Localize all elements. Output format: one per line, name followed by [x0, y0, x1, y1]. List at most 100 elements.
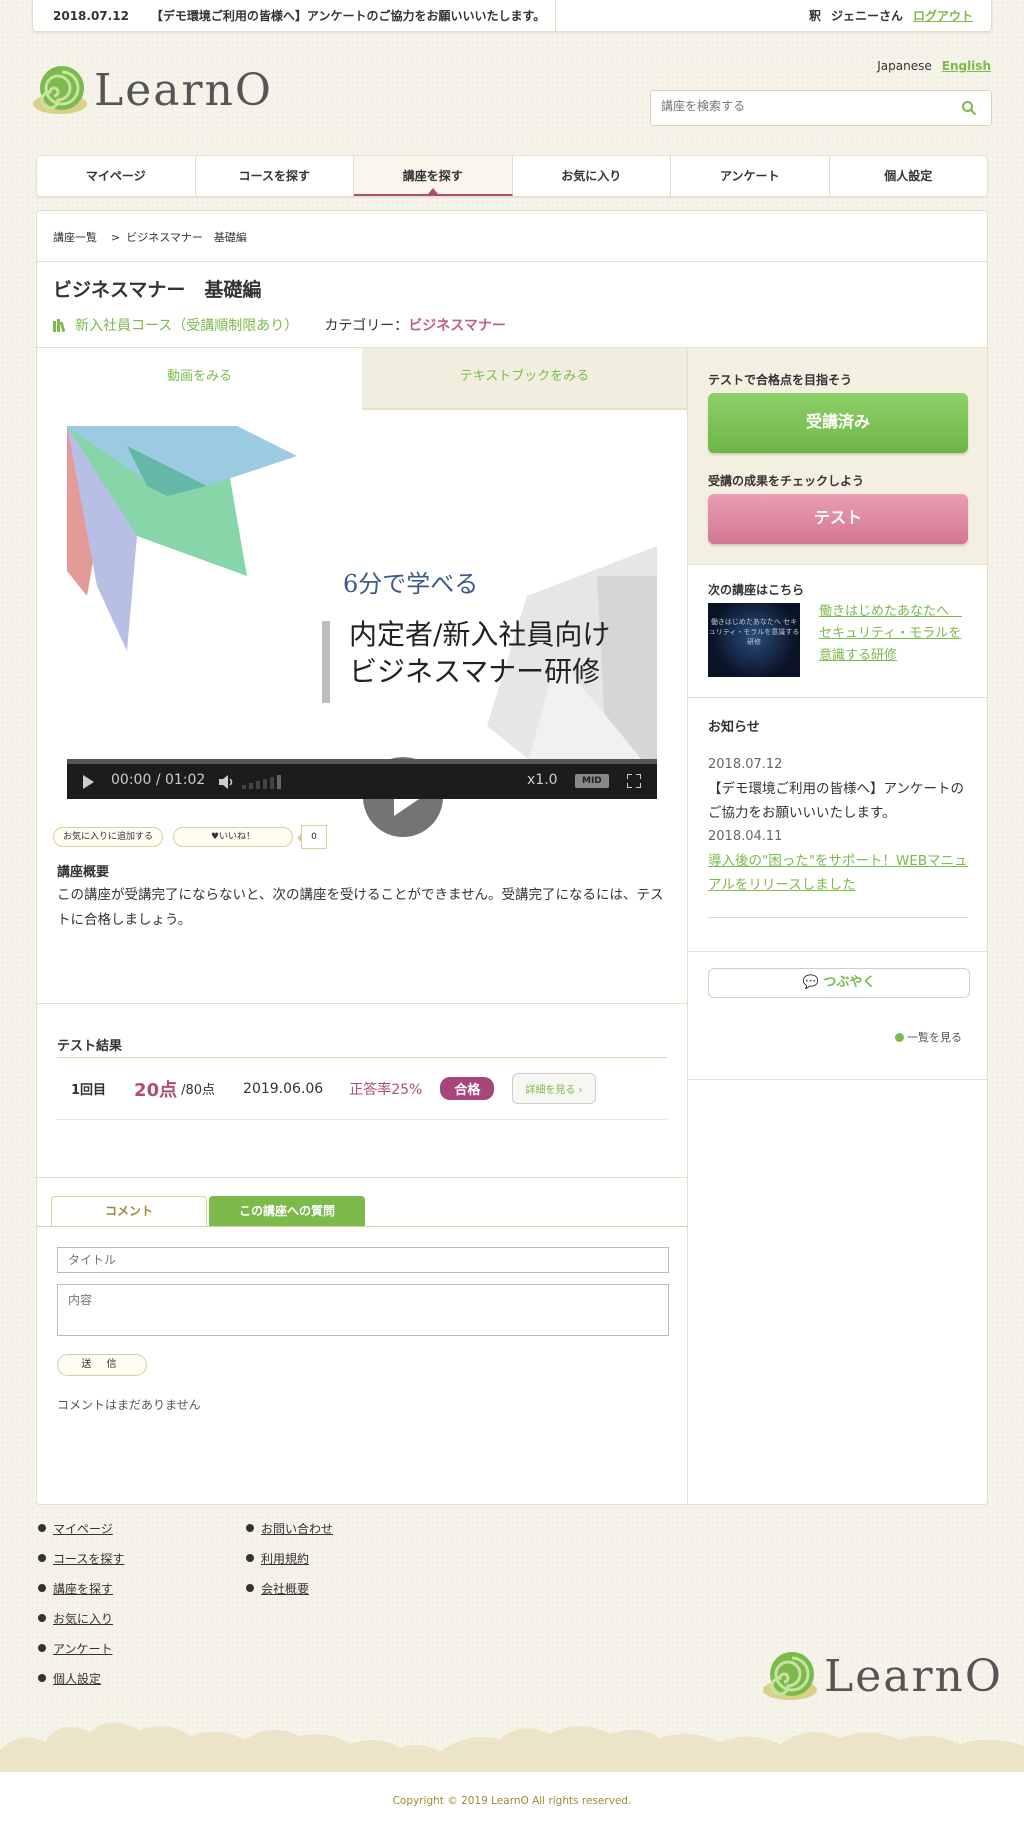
comment-title-input[interactable]: [57, 1247, 669, 1273]
footer-link[interactable]: お気に入り: [38, 1610, 124, 1640]
footer-link[interactable]: 講座を探す: [38, 1580, 124, 1610]
top-bar-divider: [555, 0, 556, 32]
tweet-button[interactable]: 💬 つぶやく: [708, 968, 970, 998]
progress-bar[interactable]: [67, 759, 657, 764]
footer-link[interactable]: コースを探す: [38, 1550, 124, 1580]
volume-icon[interactable]: [219, 775, 235, 789]
footer-link[interactable]: アンケート: [38, 1640, 124, 1670]
tweet-label: つぶやく: [823, 975, 876, 990]
footer-link-favorites[interactable]: お気に入り: [53, 1612, 113, 1626]
media-tabs: 動画をみる テキストブックをみる: [37, 348, 687, 410]
nav-favorites[interactable]: お気に入り: [513, 156, 671, 196]
lecture-actions: お気に入りに追加する ♥いいね！ 0: [53, 825, 328, 849]
footer-link[interactable]: 利用規約: [246, 1550, 333, 1580]
next-lecture-thumbnail[interactable]: 働きはじめたあなたへ セキュリティ・モラルを意識する研修: [708, 603, 800, 677]
search-box: [650, 90, 992, 126]
footer-link-lectures[interactable]: 講座を探す: [53, 1582, 113, 1596]
nav-mypage[interactable]: マイページ: [37, 156, 196, 196]
logo[interactable]: LearnO: [32, 64, 273, 116]
course-name[interactable]: 新入社員コース（受講順制限あり）: [75, 315, 298, 335]
divider: [688, 951, 987, 952]
speech-bubble-icon: 💬: [802, 975, 824, 990]
top-news-text: 【デモ環境ご利用の皆様へ】アンケートのご協力をお願いいいたします。: [150, 9, 546, 23]
send-button[interactable]: 送 信: [57, 1354, 147, 1376]
footer-link-mypage[interactable]: マイページ: [53, 1522, 113, 1536]
no-comments-text: コメントはまだありません: [57, 1398, 201, 1412]
volume-slider[interactable]: [242, 773, 281, 789]
comment-body-input[interactable]: [57, 1284, 669, 1336]
nav-find-lecture[interactable]: 講座を探す: [354, 156, 513, 196]
user-area: 釈ジェニーさん ログアウト: [809, 7, 973, 24]
footer-link[interactable]: マイページ: [38, 1520, 124, 1550]
footer-logo[interactable]: LearnO: [762, 1650, 1003, 1702]
test-button[interactable]: テスト: [708, 494, 968, 544]
decorative-hills: [0, 1722, 1024, 1772]
books-icon: [53, 319, 66, 332]
tab-video[interactable]: 動画をみる: [37, 348, 362, 410]
footer-link-settings[interactable]: 個人設定: [53, 1672, 101, 1686]
tab-comment[interactable]: コメント: [51, 1196, 207, 1226]
test-results-heading: テスト結果: [57, 1039, 123, 1054]
video-player[interactable]: 6分で学べる 内定者/新入社員向け ビジネスマナー研修: [67, 426, 657, 801]
breadcrumb-root[interactable]: 講座一覧: [53, 231, 97, 244]
add-favorite-button[interactable]: お気に入りに追加する: [53, 827, 164, 847]
nav-settings[interactable]: 個人設定: [830, 156, 988, 196]
playback-speed[interactable]: x1.0: [527, 772, 558, 788]
video-title-line1: 6分で学べる: [343, 570, 478, 598]
nav-find-course[interactable]: コースを探す: [196, 156, 354, 196]
footer-link-terms[interactable]: 利用規約: [261, 1552, 309, 1566]
next-lecture-link[interactable]: 働きはじめたあなたへ セキュリティ・モラルを意識する研修: [819, 601, 969, 667]
like-button[interactable]: ♥いいね！: [173, 827, 294, 847]
detail-button[interactable]: 詳細を見る ›: [512, 1073, 596, 1104]
footer-link[interactable]: 会社概要: [246, 1580, 333, 1610]
footer-links-2: お問い合わせ 利用規約 会社概要: [246, 1520, 333, 1610]
footer-link-survey[interactable]: アンケート: [53, 1642, 113, 1656]
pass-badge: 合格: [440, 1077, 495, 1100]
language-switch: Japanese English: [877, 59, 991, 73]
logo-swirl-icon: [32, 64, 90, 116]
divider: [688, 697, 987, 698]
quality-button[interactable]: MID: [575, 774, 609, 788]
search-icon[interactable]: [961, 100, 977, 116]
footer-link[interactable]: お問い合わせ: [246, 1520, 333, 1550]
correct-rate: 正答率25%: [349, 1081, 423, 1098]
breadcrumb-separator: >: [111, 231, 121, 244]
test-date: 2019.06.06: [243, 1080, 324, 1097]
lecture-meta: 新入社員コース（受講順制限あり） カテゴリー： ビジネスマナー: [53, 315, 506, 335]
video-title-line2: 内定者/新入社員向け: [349, 618, 610, 651]
footer-logo-text: LearnO: [824, 1650, 1003, 1702]
bullet-icon: [895, 1033, 904, 1042]
footer-link[interactable]: 個人設定: [38, 1670, 124, 1700]
divider: [708, 917, 968, 918]
completed-button[interactable]: 受講済み: [708, 393, 968, 453]
video-controls: 00:00 / 01:02 x1.0 MID: [67, 759, 657, 799]
footer-link-company[interactable]: 会社概要: [261, 1582, 309, 1596]
news-text[interactable]: 【デモ環境ご利用の皆様へ】アンケートのご協力をお願いいいたします。: [708, 777, 970, 825]
nav-survey[interactable]: アンケート: [671, 156, 830, 196]
test-max-score: /80点: [181, 1083, 216, 1098]
top-news[interactable]: 2018.07.12 【デモ環境ご利用の皆様へ】アンケートのご協力をお願いいいたし…: [53, 7, 545, 24]
fullscreen-icon[interactable]: [627, 774, 641, 788]
footer-link-contact[interactable]: お問い合わせ: [261, 1522, 333, 1536]
tab-textbook[interactable]: テキストブックをみる: [362, 348, 687, 410]
see-all-link[interactable]: 一覧を見る: [895, 1029, 962, 1045]
divider: [37, 261, 987, 262]
lang-japanese[interactable]: Japanese: [877, 59, 932, 73]
divider: [37, 1003, 687, 1004]
lang-english[interactable]: English: [942, 59, 991, 73]
attempt-number: 1回目: [71, 1083, 107, 1098]
time-display: 00:00 / 01:02: [111, 772, 205, 788]
divider: [688, 1079, 987, 1080]
category-name[interactable]: ビジネスマナー: [408, 315, 506, 335]
footer-link-courses[interactable]: コースを探す: [53, 1552, 124, 1566]
divider: [37, 1177, 687, 1178]
play-icon[interactable]: [83, 775, 94, 789]
tab-question[interactable]: この講座への質問: [209, 1196, 365, 1226]
logout-link[interactable]: ログアウト: [913, 9, 973, 23]
category-label: カテゴリー：: [324, 318, 409, 334]
news-link[interactable]: 導入後の"困った"をサポート！WEBマニュアルをリリースしました: [708, 853, 968, 893]
search-input[interactable]: [661, 99, 941, 113]
video-title-line3: ビジネスマナー研修: [349, 655, 600, 688]
divider: [688, 564, 987, 565]
news-list: 2018.07.12 【デモ環境ご利用の皆様へ】アンケートのご協力をお願いいいた…: [708, 753, 970, 897]
